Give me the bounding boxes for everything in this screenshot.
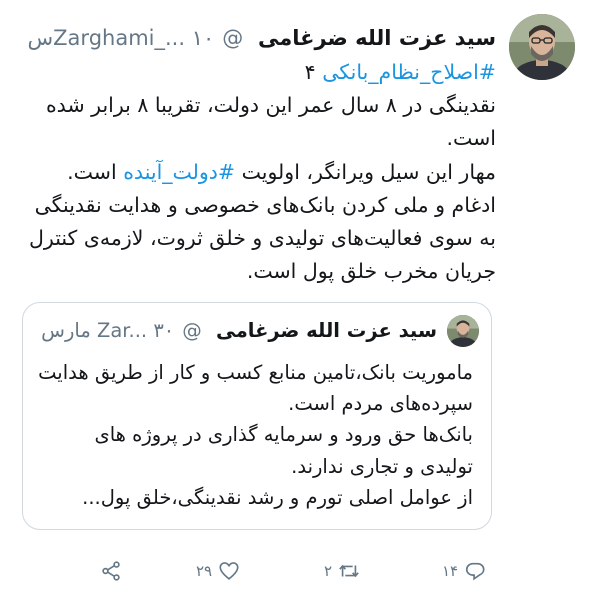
retweet-icon xyxy=(339,564,359,578)
quoted-paragraph-3: از عوامل اصلی تورم و رشد نقدینگی،خلق پول… xyxy=(82,485,473,509)
reply-count: ۱۴ xyxy=(442,562,459,580)
retweet-count: ۲ xyxy=(324,562,333,580)
quoted-paragraph-2: بانک‌ها حق ورود و سرمایه گذاری در پروژه … xyxy=(94,423,473,478)
tweet-paragraph-1: نقدینگی در ۸ سال عمر این دولت، تقریبا ۸ … xyxy=(45,93,496,151)
hashtag-link[interactable]: #دولت_آینده xyxy=(123,160,235,184)
quoted-tweet[interactable]: سید عزت الله ضرغامی @Zar... ۳۰ مارس مامو… xyxy=(22,302,492,530)
tweet-text: مهار این سیل ویرانگر، اولویت xyxy=(235,159,496,184)
tweet-header: سید عزت الله ضرغامی @Zarghami_... ۱۰س xyxy=(26,22,496,54)
share-icon xyxy=(102,561,120,581)
tweet-text: ۴ xyxy=(304,60,323,84)
heart-icon xyxy=(219,562,239,580)
quoted-avatar-image xyxy=(447,315,479,347)
quoted-header: سید عزت الله ضرغامی @Zar... ۳۰ مارس xyxy=(37,313,437,349)
avatar[interactable] xyxy=(509,14,575,80)
quoted-paragraph-1: ماموریت بانک،تامین منابع کسب و کار از طر… xyxy=(38,361,473,416)
share-button[interactable] xyxy=(100,556,122,586)
quoted-body: ماموریت بانک،تامین منابع کسب و کار از طر… xyxy=(37,357,473,513)
like-button[interactable]: ۲۹ xyxy=(190,556,240,586)
reply-icon xyxy=(466,562,485,581)
action-bar: ۲۹ ۲ ۱۴ xyxy=(0,556,600,586)
like-count: ۲۹ xyxy=(196,562,213,580)
tweet-text: است. xyxy=(67,159,124,184)
tweet-body: #اصلاح_نظام_بانکی ۴ نقدینگی در ۸ سال عمر… xyxy=(22,56,496,288)
quoted-avatar[interactable] xyxy=(447,315,479,347)
author-handle[interactable]: @Zarghami_... xyxy=(53,26,243,50)
tweet-line-1: #اصلاح_نظام_بانکی ۴ xyxy=(22,56,496,89)
hashtag-link[interactable]: #اصلاح_نظام_بانکی xyxy=(322,60,496,84)
tweet-paragraph-3: ادغام و ملی کردن بانک‌های خصوصی و هدایت … xyxy=(28,192,496,284)
tweet-card[interactable]: سید عزت الله ضرغامی @Zarghami_... ۱۰س #ا… xyxy=(0,0,600,594)
tweet-paragraph-2: مهار این سیل ویرانگر، اولویت #دولت_آینده… xyxy=(22,156,496,189)
reply-button[interactable]: ۱۴ xyxy=(436,556,486,586)
quoted-author-handle[interactable]: @Zar... xyxy=(97,319,202,342)
quoted-author-name[interactable]: سید عزت الله ضرغامی xyxy=(216,319,437,342)
avatar-image xyxy=(509,14,575,80)
author-name[interactable]: سید عزت الله ضرغامی xyxy=(258,26,496,50)
retweet-button[interactable]: ۲ xyxy=(318,556,360,586)
